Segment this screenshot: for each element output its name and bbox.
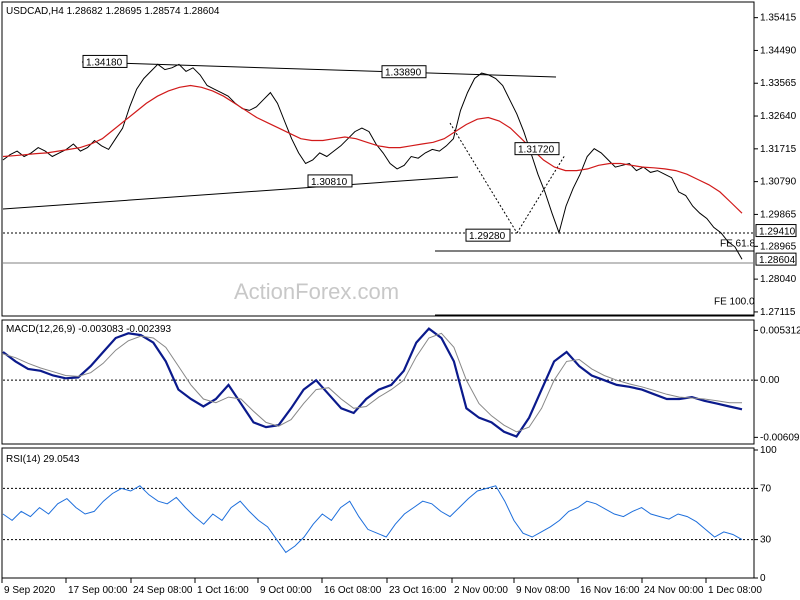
rsi-series: [2, 485, 754, 554]
price-label: 1.34180: [86, 57, 123, 68]
y-tick-label: 1.32640: [760, 111, 797, 122]
macd-title: MACD(12,26,9) -0.003083 -0.002393: [6, 324, 172, 335]
price-label: 1.31720: [518, 145, 555, 156]
right-price-text: 1.29410: [759, 227, 796, 238]
price-label: 1.29280: [469, 231, 506, 242]
macd-axis: 0.005312 0.00 -0.006092: [754, 325, 800, 443]
x-tick-label: 1 Oct 16:00: [197, 585, 249, 596]
x-tick-label: 23 Oct 16:00: [389, 585, 447, 596]
x-tick-label: 24 Sep 08:00: [133, 585, 193, 596]
macd-series: [2, 327, 754, 438]
right-price-text: 1.28604: [759, 255, 796, 266]
price-label: 1.33890: [385, 68, 422, 79]
y-tick-label: 0: [760, 573, 766, 584]
lower-trendline: [2, 176, 459, 210]
rsi-title: RSI(14) 29.0543: [6, 454, 80, 465]
y-tick-label: 1.29865: [760, 209, 797, 220]
y-tick-label: 1.28040: [760, 274, 797, 285]
y-tick-label: 1.34490: [760, 45, 797, 56]
dotted-swing-line-2: [516, 154, 566, 234]
x-axis: 9 Sep 2020 17 Sep 00:00 24 Sep 08:00 1 Oct …: [1, 578, 762, 596]
series-line-0: [2, 327, 743, 438]
y-tick-label: 100: [760, 445, 777, 456]
x-tick-label: 1 Dec 08:00: [708, 585, 762, 596]
y-tick-label: 0.00: [760, 375, 780, 386]
y-tick-label: 1.33565: [760, 78, 797, 89]
watermark: ActionForex.com: [234, 279, 399, 304]
fib-label: FE 61.8: [720, 239, 755, 250]
y-tick-label: 30: [760, 535, 772, 546]
x-tick-label: 2 Nov 00:00: [454, 585, 508, 596]
y-tick-label: 1.30790: [760, 177, 797, 188]
y-tick-label: 1.28965: [760, 241, 797, 252]
x-tick-label: 24 Nov 00:00: [644, 585, 704, 596]
price-title: USDCAD,H4 1.28682 1.28695 1.28574 1.2860…: [6, 6, 220, 17]
x-tick-label: 17 Sep 00:00: [68, 585, 128, 596]
x-tick-label: 16 Nov 16:00: [580, 585, 640, 596]
x-tick-label: 9 Oct 00:00: [260, 585, 312, 596]
y-tick-label: 0.005312: [760, 325, 800, 336]
y-tick-label: 70: [760, 483, 772, 494]
y-tick-label: 1.31715: [760, 144, 797, 155]
fib-label: FE 100.0: [714, 296, 755, 307]
x-tick-label: 9 Sep 2020: [4, 585, 56, 596]
series-line-0: [2, 63, 743, 260]
price-trendlines: [2, 61, 754, 316]
x-tick-label: 9 Nov 08:00: [516, 585, 570, 596]
chart-canvas: USDCAD,H4 1.28682 1.28695 1.28574 1.2860…: [1, 1, 800, 596]
y-tick-label: -0.006092: [760, 432, 800, 443]
price-labels: 1.34180 1.33890 1.31720 1.30810 1.29280 FE 61…: [82, 54, 755, 307]
series-line-1: [2, 332, 742, 433]
price-panel-frame: [1, 1, 755, 317]
rsi-axis: 100 70 30 0: [754, 445, 777, 584]
series-line-1: [2, 84, 743, 214]
price-axis: 1.35415 1.34490 1.33565 1.32640 1.31715 1.307…: [754, 13, 797, 318]
x-tick-label: 16 Oct 08:00: [324, 585, 382, 596]
rsi-panel-frame: [1, 447, 755, 579]
series-line-0: [2, 485, 743, 554]
y-tick-label: 1.27115: [760, 307, 796, 318]
y-tick-label: 1.35415: [760, 13, 797, 24]
price-series: [2, 63, 743, 260]
dotted-swing-line-1: [449, 122, 518, 234]
price-label: 1.30810: [311, 177, 348, 188]
